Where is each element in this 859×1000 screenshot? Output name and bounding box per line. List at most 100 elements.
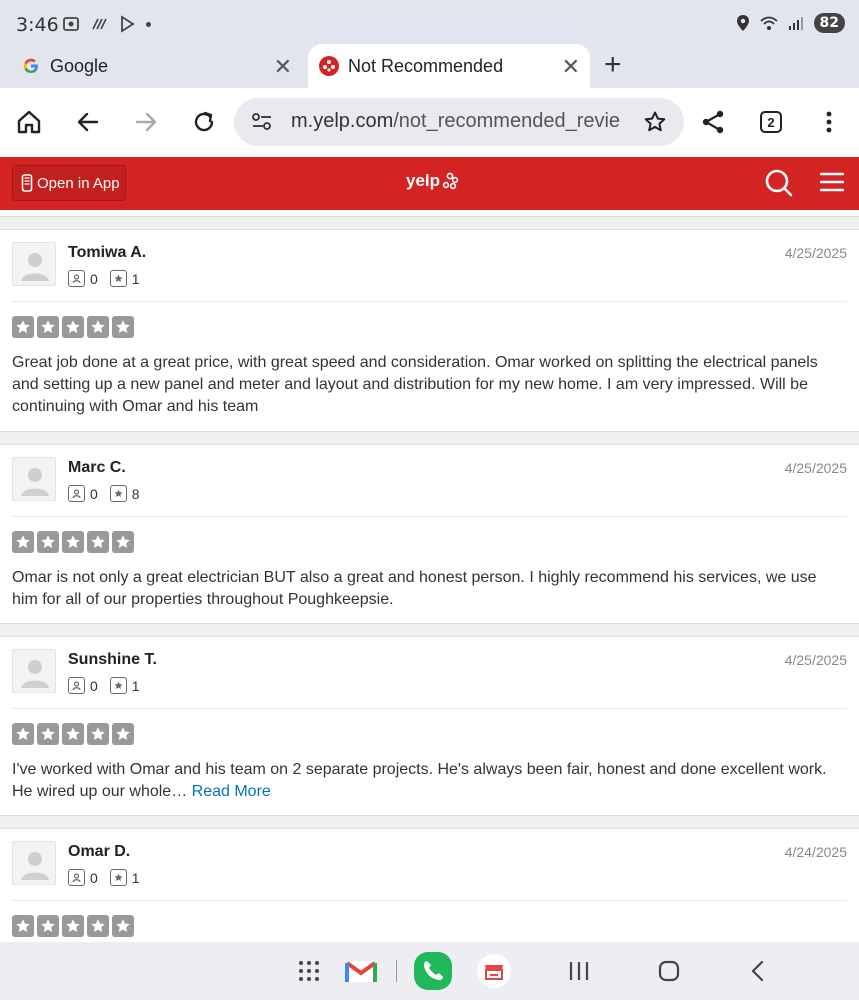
site-settings-icon[interactable] xyxy=(251,112,273,137)
tab-switcher-button[interactable]: 2 xyxy=(753,104,789,140)
star-icon xyxy=(112,316,134,338)
friends-count: 0 xyxy=(90,869,98,886)
play-store-icon xyxy=(121,15,135,33)
nfc-icon xyxy=(92,18,107,30)
friends-icon xyxy=(68,677,85,694)
reviewer-stats: 0 1 xyxy=(68,869,152,886)
reviewer-name[interactable]: Omar D. xyxy=(68,843,130,861)
search-icon[interactable] xyxy=(764,168,794,203)
reload-icon[interactable] xyxy=(186,104,222,140)
friends-count: 0 xyxy=(90,270,98,287)
close-tab-icon[interactable]: ✕ xyxy=(274,54,292,80)
home-icon[interactable] xyxy=(11,104,47,140)
friends-icon xyxy=(68,869,85,886)
apps-grid-icon[interactable] xyxy=(292,952,326,990)
review-body: Great job done at a great price, with gr… xyxy=(12,354,818,415)
star-icon xyxy=(12,531,34,553)
tab-title: Not Recommended xyxy=(348,55,504,76)
tab-title: Google xyxy=(50,55,109,76)
back-icon[interactable] xyxy=(740,952,774,990)
review-count: 1 xyxy=(131,677,140,694)
star-icon xyxy=(112,723,134,745)
recents-icon[interactable] xyxy=(562,952,596,990)
new-tab-icon[interactable]: + xyxy=(604,48,622,82)
star-icon xyxy=(87,723,109,745)
wifi-icon xyxy=(759,16,778,30)
avatar[interactable] xyxy=(12,457,56,501)
review-date: 4/25/2025 xyxy=(784,652,847,668)
store-icon[interactable] xyxy=(474,952,514,990)
share-icon[interactable] xyxy=(695,104,731,140)
browser-toolbar: m.yelp.com/not_recommended_revie 2 xyxy=(0,88,859,157)
home-button-icon[interactable] xyxy=(652,952,686,990)
star-icon xyxy=(62,915,84,937)
divider xyxy=(12,516,847,517)
star-icon xyxy=(37,915,59,937)
review-body: I've worked with Omar and his team on 2 … xyxy=(12,761,827,800)
taskbar-divider xyxy=(396,960,397,982)
star-icon xyxy=(87,316,109,338)
status-time: 3:46 xyxy=(16,14,59,36)
avatar[interactable] xyxy=(12,649,56,693)
star-icon xyxy=(12,316,34,338)
star-rating xyxy=(12,316,134,338)
reviewer-stats: 0 1 xyxy=(68,270,152,287)
avatar[interactable] xyxy=(12,841,56,885)
address-bar[interactable]: m.yelp.com/not_recommended_revie xyxy=(234,98,684,146)
star-icon xyxy=(12,723,34,745)
star-icon xyxy=(37,723,59,745)
more-menu-icon[interactable] xyxy=(811,104,847,140)
friends-count: 0 xyxy=(90,677,98,694)
review-body: Omar is not only a great electrician BUT… xyxy=(12,569,817,608)
tab-strip: Google ✕ Not Recommended ✕ + xyxy=(0,40,859,88)
star-icon xyxy=(87,531,109,553)
android-nav-bar xyxy=(0,942,859,1000)
reviewer-name[interactable]: Marc C. xyxy=(68,459,126,477)
yelp-logo-text: yelp xyxy=(406,171,441,190)
avatar[interactable] xyxy=(12,242,56,286)
previous-review-edge xyxy=(0,210,859,217)
browser-chrome: 3:46 82 Google ✕ Not Recommended ✕ + m.y… xyxy=(0,0,859,157)
gmail-icon[interactable] xyxy=(342,952,380,990)
star-icon xyxy=(62,316,84,338)
notification-dot-icon xyxy=(146,21,151,27)
review-text: I've worked with Omar and his team on 2 … xyxy=(12,759,841,803)
google-favicon-icon xyxy=(20,55,42,77)
star-icon xyxy=(62,531,84,553)
review-card: Sunshine T. 4/25/2025 0 1 I've worked wi… xyxy=(0,636,859,816)
read-more-link[interactable]: Read More xyxy=(192,783,271,800)
status-left-icons xyxy=(62,15,151,33)
phone-device-icon xyxy=(21,174,33,192)
tab-google[interactable]: Google ✕ xyxy=(20,44,302,88)
yelp-logo[interactable]: yelp xyxy=(406,171,459,191)
default-user-icon xyxy=(21,852,49,880)
phone-icon[interactable] xyxy=(412,952,454,990)
bookmark-star-icon[interactable] xyxy=(643,110,667,139)
star-icon xyxy=(37,316,59,338)
hamburger-menu-icon[interactable] xyxy=(819,171,845,198)
review-count-icon xyxy=(109,869,127,886)
default-user-icon xyxy=(21,253,49,281)
divider xyxy=(12,900,847,901)
star-icon xyxy=(37,531,59,553)
open-in-app-button[interactable]: Open in App xyxy=(12,165,126,201)
open-in-app-label: Open in App xyxy=(37,174,120,192)
yelp-header: Open in App yelp xyxy=(0,157,859,210)
tab-not-recommended[interactable]: Not Recommended ✕ xyxy=(308,44,590,88)
tab-count: 2 xyxy=(760,111,782,133)
star-icon xyxy=(112,531,134,553)
review-count-icon xyxy=(109,485,127,502)
review-date: 4/25/2025 xyxy=(784,245,847,261)
back-arrow-icon[interactable] xyxy=(70,104,106,140)
divider xyxy=(12,708,847,709)
review-text: Omar is not only a great electrician BUT… xyxy=(12,567,841,611)
reviewer-name[interactable]: Tomiwa A. xyxy=(68,244,146,262)
review-count: 8 xyxy=(131,485,140,502)
screenshot-icon xyxy=(63,17,79,31)
forward-arrow-icon[interactable] xyxy=(128,104,164,140)
star-icon xyxy=(87,915,109,937)
reviewer-stats: 0 1 xyxy=(68,677,152,694)
close-tab-icon[interactable]: ✕ xyxy=(562,54,580,80)
reviewer-name[interactable]: Sunshine T. xyxy=(68,651,157,669)
reviews-list: Tomiwa A. 4/25/2025 0 1 Great job done a… xyxy=(0,210,859,942)
